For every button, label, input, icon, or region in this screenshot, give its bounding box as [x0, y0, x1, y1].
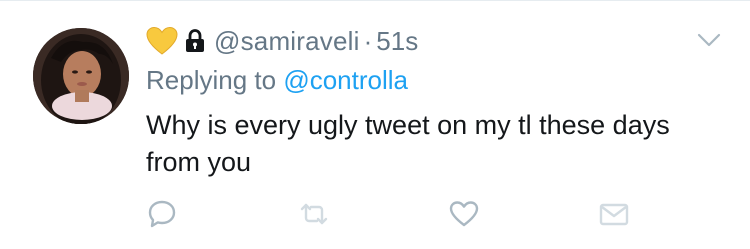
- lock-icon: [184, 28, 206, 54]
- like-button[interactable]: [448, 198, 480, 230]
- envelope-icon: [599, 203, 629, 226]
- retweet-button[interactable]: [298, 198, 330, 230]
- replying-to-mention[interactable]: @controlla: [283, 65, 408, 95]
- avatar-image: [33, 28, 129, 124]
- tweet-actions: [146, 198, 646, 234]
- heart-icon: [449, 201, 479, 227]
- direct-message-button[interactable]: [598, 198, 630, 230]
- reply-icon: [148, 200, 176, 228]
- tweet-text: Why is every ugly tweet on my tl these d…: [146, 110, 670, 177]
- tweet-card[interactable]: @samiraveli · 51s Replying to @controlla…: [0, 0, 750, 249]
- separator-dot: ·: [363, 25, 373, 56]
- replying-to-prefix: Replying to: [146, 65, 284, 95]
- reply-button[interactable]: [146, 198, 178, 230]
- chevron-down-icon[interactable]: [697, 31, 721, 49]
- tweet-timestamp[interactable]: 51s: [376, 26, 418, 57]
- retweet-icon: [300, 203, 328, 225]
- yellow-heart-icon: [146, 26, 178, 56]
- avatar[interactable]: [33, 28, 129, 124]
- tweet-header: @samiraveli · 51s: [146, 23, 418, 59]
- user-handle[interactable]: @samiraveli: [214, 26, 360, 57]
- replying-to-line: Replying to @controlla: [146, 65, 408, 96]
